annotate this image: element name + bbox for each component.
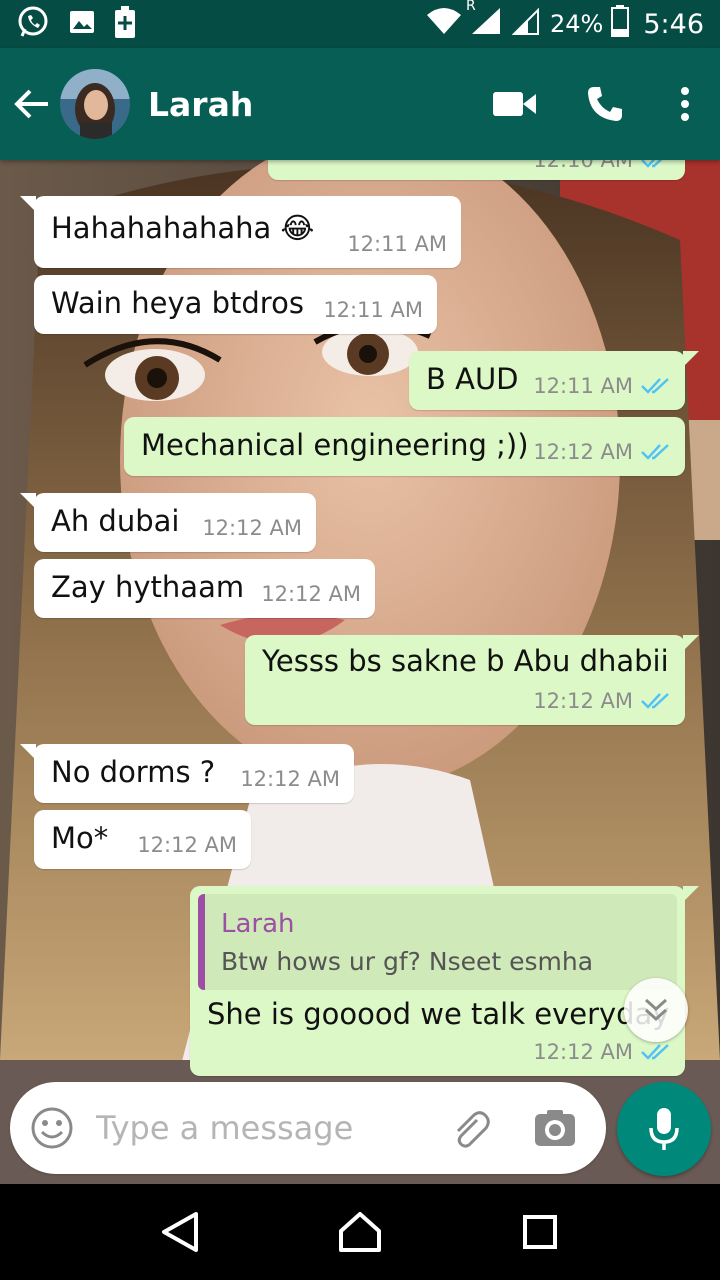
double-check-icon [641, 378, 669, 394]
double-check-icon [641, 693, 669, 709]
message-time: 12:12 AM [240, 767, 340, 791]
voice-message-button[interactable] [617, 1082, 711, 1176]
voice-call-button[interactable] [560, 64, 650, 144]
camera-icon [535, 1110, 575, 1146]
contact-name[interactable]: Larah [148, 85, 253, 124]
message-bubble-incoming[interactable]: Zay hythaam 12:12 AM [34, 559, 375, 618]
message-time: 12:11 AM [533, 374, 633, 398]
chat-area[interactable]: 12:10 AM Hahahahahaha 😂 12:11 AM Wain he… [0, 160, 720, 1184]
message-time: 12:12 AM [202, 516, 302, 540]
nav-back-icon [162, 1212, 198, 1252]
message-time: 12:12 AM [137, 833, 237, 857]
battery-saver-icon [114, 6, 136, 42]
message-text: Hahahahahaha 😂 [51, 211, 315, 245]
system-nav-bar [0, 1184, 720, 1280]
message-bubble-outgoing[interactable]: Larah Btw hows ur gf? Nseet esmha She is… [190, 886, 699, 1076]
nav-recents-icon [523, 1215, 557, 1249]
message-input[interactable] [96, 1109, 436, 1147]
nav-recents-button[interactable] [500, 1192, 580, 1272]
message-text: Wain heya btdros [51, 286, 304, 320]
camera-button[interactable] [520, 1093, 590, 1163]
message-time: 12:11 AM [347, 232, 447, 256]
message-time: 12:10 AM [533, 160, 633, 172]
status-bar: R 24% 5:46 [0, 0, 720, 48]
message-text: Ah dubai [51, 504, 180, 538]
message-bubble-incoming[interactable]: Wain heya btdros 12:11 AM [34, 275, 437, 334]
more-options-icon [681, 87, 689, 121]
roaming-indicator: R [466, 0, 476, 14]
phone-icon [588, 87, 622, 121]
message-bubble-outgoing[interactable]: Yesss bs sakne b Abu dhabii 12:12 AM [245, 635, 699, 725]
gallery-icon [68, 8, 96, 40]
message-text: No dorms ? [51, 755, 216, 789]
double-check-icon [641, 444, 669, 460]
signal-icon: R [466, 0, 504, 42]
video-call-button[interactable] [470, 64, 560, 144]
message-text-clip: She is gooood we talk everydayyy [190, 990, 670, 1038]
quoted-sender: Larah [221, 909, 295, 939]
battery-icon [611, 5, 630, 43]
message-bubble-incoming[interactable]: Ah dubai 12:12 AM [20, 493, 316, 552]
avatar[interactable] [60, 69, 130, 139]
message-bubble-outgoing[interactable]: Mechanical engineering ;)) 12:12 AM [124, 417, 685, 476]
message-text: She is gooood we talk everydayyy [207, 997, 670, 1031]
message-bubble-incoming[interactable]: No dorms ? 12:12 AM [20, 744, 354, 803]
message-text: Zay hythaam [51, 570, 245, 604]
signal-icon [511, 6, 542, 42]
chat-header: Larah [0, 48, 720, 160]
chevron-double-down-icon [644, 998, 668, 1022]
double-check-icon [641, 160, 663, 168]
message-time: 12:12 AM [533, 440, 633, 464]
message-time: 12:12 AM [261, 582, 361, 606]
message-text: Yesss bs sakne b Abu dhabii [262, 644, 669, 678]
message-text: Mechanical engineering ;)) [141, 428, 529, 462]
message-bubble-outgoing[interactable]: 12:10 AM [268, 160, 685, 180]
paperclip-icon [456, 1111, 490, 1148]
nav-home-button[interactable] [320, 1192, 400, 1272]
message-bubble-incoming[interactable]: Hahahahahaha 😂 12:11 AM [20, 196, 461, 268]
attach-button[interactable] [436, 1093, 506, 1163]
double-check-icon [641, 1044, 669, 1060]
scroll-to-bottom-button[interactable] [624, 978, 688, 1042]
message-composer [10, 1082, 606, 1174]
emoji-button[interactable] [12, 1088, 92, 1168]
message-bubble-incoming[interactable]: Mo* 12:12 AM [34, 810, 251, 869]
message-time: 12:11 AM [323, 298, 423, 322]
back-button[interactable] [4, 74, 60, 134]
more-options-button[interactable] [650, 64, 720, 144]
mic-icon [649, 1108, 679, 1150]
video-call-icon [493, 92, 536, 116]
clock: 5:46 [643, 8, 704, 40]
whatsapp-icon [16, 5, 50, 43]
quoted-message[interactable]: Larah Btw hows ur gf? Nseet esmha [198, 894, 677, 990]
nav-home-icon [339, 1212, 381, 1252]
wifi-icon [426, 6, 462, 42]
back-arrow-icon [14, 89, 48, 119]
nav-back-button[interactable] [140, 1192, 220, 1272]
message-bubble-outgoing[interactable]: B AUD 12:11 AM [409, 351, 699, 410]
message-time: 12:12 AM [533, 1040, 633, 1064]
emoji-icon [31, 1107, 73, 1149]
battery-percent: 24% [550, 10, 604, 38]
message-text: Mo* [51, 821, 109, 855]
quoted-text: Btw hows ur gf? Nseet esmha [221, 947, 594, 976]
message-time: 12:12 AM [533, 689, 633, 713]
message-text: B AUD [426, 362, 519, 396]
